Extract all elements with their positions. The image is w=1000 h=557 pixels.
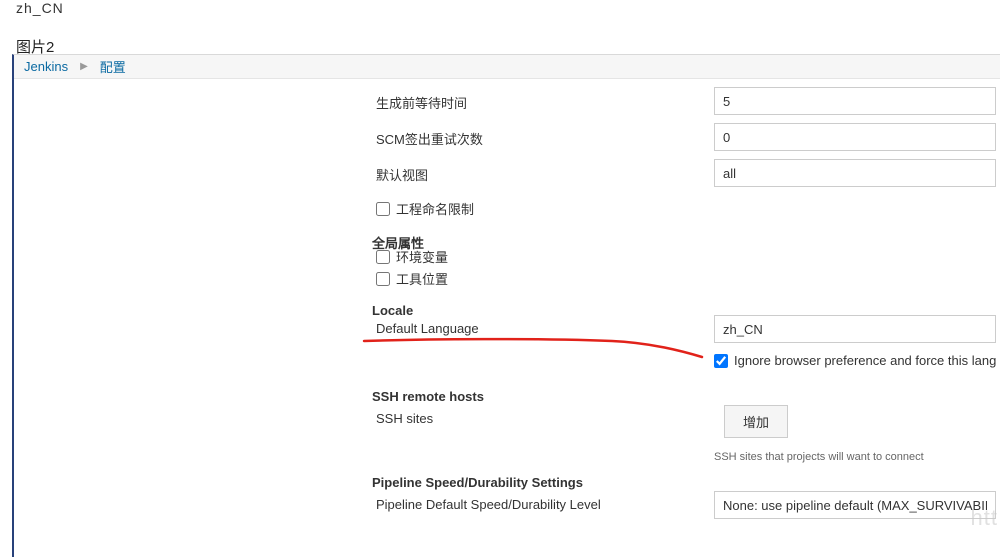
default-language-input[interactable] xyxy=(714,315,996,343)
ignore-browser-pref-label: Ignore browser preference and force this… xyxy=(734,353,996,368)
env-vars-checkbox[interactable] xyxy=(376,250,390,264)
default-view-label: 默认视图 xyxy=(376,165,428,184)
page-top-fragment: zh_CN xyxy=(16,0,64,16)
scm-retry-label: SCM签出重试次数 xyxy=(376,129,483,148)
breadcrumb: Jenkins ▶ 配置 xyxy=(14,55,1000,79)
ssh-remote-hosts-heading: SSH remote hosts xyxy=(372,389,484,404)
ssh-sites-helper-text: SSH sites that projects will want to con… xyxy=(714,451,924,463)
config-form: 生成前等待时间 SCM签出重试次数 默认视图 工程命名限制 xyxy=(14,79,1000,557)
pipeline-settings-heading: Pipeline Speed/Durability Settings xyxy=(372,475,583,490)
default-view-input[interactable] xyxy=(714,159,996,187)
jenkins-frame: Jenkins ▶ 配置 生成前等待时间 SCM签出重试次数 默认视图 xyxy=(12,54,1000,557)
wait-time-label: 生成前等待时间 xyxy=(376,93,467,112)
env-vars-label: 环境变量 xyxy=(396,247,448,266)
naming-restriction-checkbox[interactable] xyxy=(376,202,390,216)
tool-location-checkbox[interactable] xyxy=(376,272,390,286)
ssh-sites-label: SSH sites xyxy=(376,411,433,426)
default-language-label: Default Language xyxy=(376,321,479,336)
breadcrumb-current[interactable]: 配置 xyxy=(100,57,126,76)
add-button[interactable]: 增加 xyxy=(724,405,788,438)
tool-location-label: 工具位置 xyxy=(396,269,448,288)
pipeline-level-select[interactable] xyxy=(714,491,996,519)
chevron-right-icon: ▶ xyxy=(80,61,88,72)
naming-restriction-label: 工程命名限制 xyxy=(396,199,474,218)
ignore-browser-pref-checkbox[interactable] xyxy=(714,354,728,368)
scm-retry-input[interactable] xyxy=(714,123,996,151)
pipeline-level-label: Pipeline Default Speed/Durability Level xyxy=(376,497,601,512)
breadcrumb-root-link[interactable]: Jenkins xyxy=(24,59,68,74)
wait-time-input[interactable] xyxy=(714,87,996,115)
